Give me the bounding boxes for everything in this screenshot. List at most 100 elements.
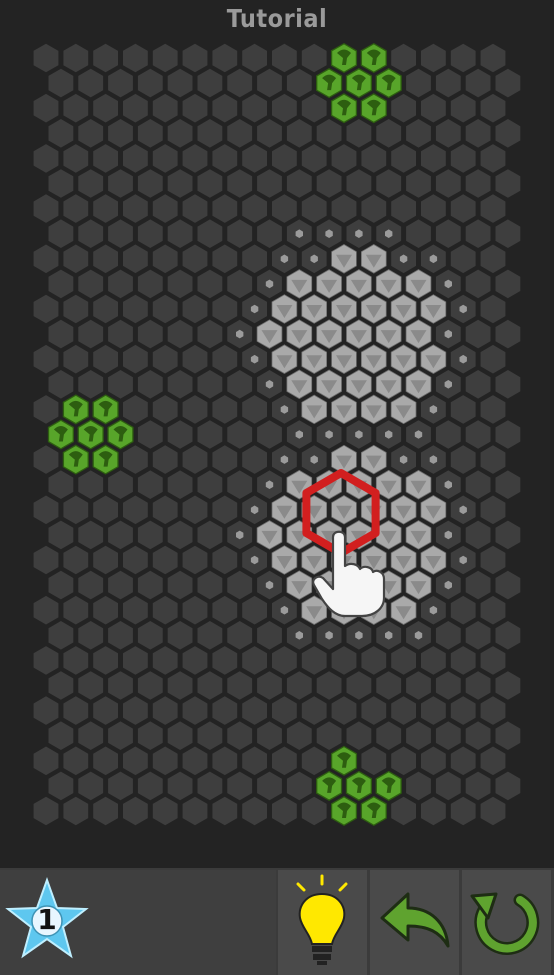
hex-tile-empty[interactable] <box>272 796 297 826</box>
hex-tile-empty[interactable] <box>421 43 446 73</box>
hex-tile-empty[interactable] <box>33 344 59 374</box>
hex-tile-empty[interactable] <box>108 219 133 248</box>
hex-tile-empty[interactable] <box>257 621 282 650</box>
hex-tile-empty[interactable] <box>391 646 416 675</box>
hex-tile-empty[interactable] <box>450 194 476 223</box>
hex-tile-empty[interactable] <box>301 746 327 776</box>
hex-tile-empty[interactable] <box>152 43 178 73</box>
hex-tile-empty[interactable] <box>435 671 461 700</box>
hex-tile-empty[interactable] <box>197 68 223 98</box>
hex-tile-empty[interactable] <box>435 119 461 148</box>
hex-tile-empty[interactable] <box>227 721 253 750</box>
hex-tile-empty[interactable] <box>257 219 282 248</box>
hex-tile-empty[interactable] <box>93 595 118 625</box>
hex-tile-empty[interactable] <box>465 520 491 550</box>
hex-tile-empty[interactable] <box>257 169 282 198</box>
hex-tile-empty[interactable] <box>123 294 148 324</box>
hex-tile-empty[interactable] <box>257 420 282 449</box>
hex-tile-empty[interactable] <box>391 43 416 73</box>
hex-tile-empty[interactable] <box>272 746 297 776</box>
hex-tile-empty[interactable] <box>227 771 253 801</box>
hex-tile-empty[interactable] <box>108 520 133 550</box>
hex-tile-empty[interactable] <box>33 144 59 173</box>
hex-tile-empty[interactable] <box>63 595 89 625</box>
hex-tile-empty[interactable] <box>480 395 506 424</box>
hex-tile-empty[interactable] <box>272 43 297 73</box>
hex-tile-empty[interactable] <box>450 445 476 474</box>
hex-tile-empty[interactable] <box>152 294 178 324</box>
hex-tile-empty[interactable] <box>167 470 193 499</box>
hex-tile-empty[interactable] <box>152 344 178 374</box>
hex-tile-empty[interactable] <box>167 621 193 650</box>
hex-tile-empty[interactable] <box>242 746 267 776</box>
hex-tile-empty[interactable] <box>93 144 118 173</box>
hex-tile-empty[interactable] <box>167 68 193 98</box>
hex-tile-empty[interactable] <box>480 495 506 525</box>
hex-tile-empty[interactable] <box>480 445 506 474</box>
hex-tile-empty[interactable] <box>272 646 297 675</box>
hex-tile-empty[interactable] <box>123 595 148 625</box>
hex-tile-empty[interactable] <box>78 771 104 801</box>
hex-tile-empty[interactable] <box>63 43 89 73</box>
hex-tile-empty[interactable] <box>212 194 238 223</box>
hex-tile-empty[interactable] <box>480 545 506 575</box>
hex-tile-empty[interactable] <box>257 721 282 750</box>
hex-tile-empty[interactable] <box>93 43 118 73</box>
hex-tile-empty[interactable] <box>33 244 59 274</box>
hex-tile-empty[interactable] <box>242 395 267 424</box>
hex-tile-empty[interactable] <box>78 570 104 600</box>
hex-tile-empty[interactable] <box>123 696 148 725</box>
hex-tile-empty[interactable] <box>450 395 476 424</box>
hex-tile-empty[interactable] <box>435 621 461 650</box>
hex-tile-empty[interactable] <box>331 646 357 675</box>
hex-tile-empty[interactable] <box>316 119 342 148</box>
hex-tile-empty[interactable] <box>63 93 89 123</box>
hex-tile-empty[interactable] <box>137 420 163 449</box>
hex-tile-empty[interactable] <box>63 545 89 575</box>
hex-tile-empty[interactable] <box>182 344 208 374</box>
hex-tile-empty[interactable] <box>197 721 223 750</box>
hex-tile-empty[interactable] <box>465 370 491 399</box>
hex-tile-empty[interactable] <box>123 445 148 474</box>
hex-tile-empty[interactable] <box>435 721 461 750</box>
hex-tile-empty[interactable] <box>376 721 402 750</box>
hex-tile-empty[interactable] <box>376 671 402 700</box>
hex-tile-empty[interactable] <box>212 93 238 123</box>
hex-tile-empty[interactable] <box>227 68 253 98</box>
hex-tile-empty[interactable] <box>242 93 267 123</box>
hex-tile-empty[interactable] <box>182 545 208 575</box>
hex-tile-empty[interactable] <box>361 696 387 725</box>
hex-tile-empty[interactable] <box>465 169 491 198</box>
hex-tile-empty[interactable] <box>495 671 521 700</box>
hex-tile-empty[interactable] <box>227 269 253 299</box>
hex-tile-empty[interactable] <box>137 169 163 198</box>
hex-tile-empty[interactable] <box>33 43 59 73</box>
hex-tile-empty[interactable] <box>152 445 178 474</box>
hex-tile-empty[interactable] <box>286 671 312 700</box>
hex-tile-empty[interactable] <box>123 395 148 424</box>
hex-tile-empty[interactable] <box>316 169 342 198</box>
hex-tile-empty[interactable] <box>137 219 163 248</box>
hex-tile-empty[interactable] <box>391 93 416 123</box>
hex-tile-empty[interactable] <box>123 344 148 374</box>
hex-tile-empty[interactable] <box>78 169 104 198</box>
hex-tile-empty[interactable] <box>48 169 74 198</box>
hex-tile-empty[interactable] <box>197 219 223 248</box>
hex-tile-empty[interactable] <box>242 43 267 73</box>
hex-tile-empty[interactable] <box>197 570 223 600</box>
hex-tile-empty[interactable] <box>63 144 89 173</box>
hex-tile-empty[interactable] <box>346 721 372 750</box>
hex-tile-empty[interactable] <box>435 771 461 801</box>
hex-tile-empty[interactable] <box>212 746 238 776</box>
hex-tile-empty[interactable] <box>480 696 506 725</box>
hex-tile-empty[interactable] <box>421 144 446 173</box>
hex-tile-empty[interactable] <box>242 595 267 625</box>
hex-tile-empty[interactable] <box>63 796 89 826</box>
hex-tile-empty[interactable] <box>286 169 312 198</box>
hex-tile-empty[interactable] <box>167 520 193 550</box>
hex-tile-empty[interactable] <box>480 796 506 826</box>
hex-tile-empty[interactable] <box>450 595 476 625</box>
hex-tile-empty[interactable] <box>167 420 193 449</box>
hex-tile-empty[interactable] <box>197 269 223 299</box>
hex-tile-empty[interactable] <box>93 244 118 274</box>
